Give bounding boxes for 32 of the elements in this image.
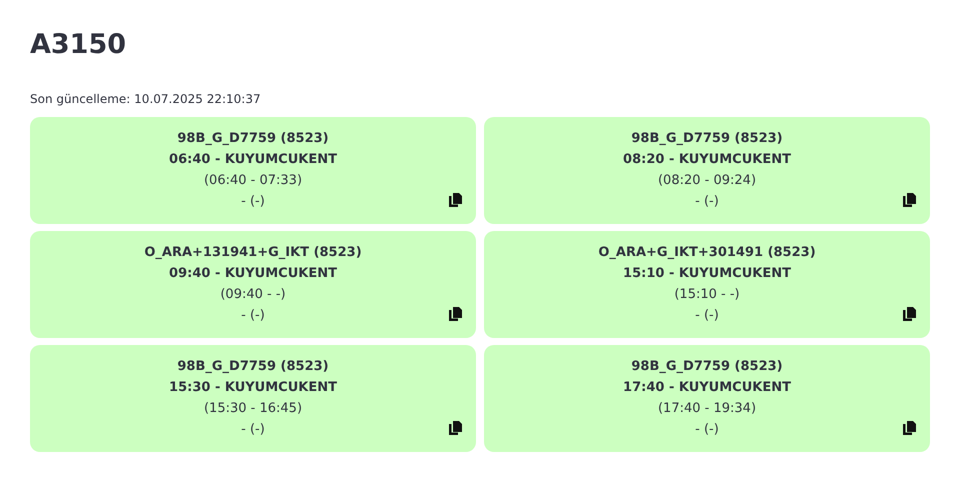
time-span: (09:40 - -)	[220, 286, 286, 304]
copy-icon[interactable]	[903, 421, 916, 435]
trip-code: O_ARA+G_IKT+301491 (8523)	[598, 244, 816, 262]
copy-icon[interactable]	[903, 193, 916, 207]
trip-code: 98B_G_D7759 (8523)	[631, 130, 783, 148]
extra-info: - (-)	[695, 421, 719, 439]
trip-code: 98B_G_D7759 (8523)	[177, 358, 329, 376]
copy-icon[interactable]	[449, 307, 462, 321]
departure-text: 15:10 - KUYUMCUKENT	[623, 265, 791, 283]
copy-icon[interactable]	[449, 193, 462, 207]
time-span: (06:40 - 07:33)	[204, 172, 302, 190]
departure-text: 15:30 - KUYUMCUKENT	[169, 379, 337, 397]
copy-icon[interactable]	[903, 307, 916, 321]
time-span: (17:40 - 19:34)	[658, 400, 756, 418]
copy-icon[interactable]	[449, 421, 462, 435]
time-span: (15:10 - -)	[674, 286, 740, 304]
trip-code: 98B_G_D7759 (8523)	[177, 130, 329, 148]
departure-text: 17:40 - KUYUMCUKENT	[623, 379, 791, 397]
departure-text: 09:40 - KUYUMCUKENT	[169, 265, 337, 283]
page-title: A3150	[30, 28, 128, 62]
departure-text: 06:40 - KUYUMCUKENT	[169, 151, 337, 169]
extra-info: - (-)	[695, 193, 719, 211]
extra-info: - (-)	[241, 307, 265, 325]
extra-info: - (-)	[695, 307, 719, 325]
last-update-text: Son güncelleme: 10.07.2025 22:10:37	[30, 92, 262, 106]
time-span: (15:30 - 16:45)	[204, 400, 302, 418]
time-span: (08:20 - 09:24)	[658, 172, 756, 190]
extra-info: - (-)	[241, 193, 265, 211]
departure-text: 08:20 - KUYUMCUKENT	[623, 151, 791, 169]
trip-code: O_ARA+131941+G_IKT (8523)	[144, 244, 362, 262]
trip-code: 98B_G_D7759 (8523)	[631, 358, 783, 376]
extra-info: - (-)	[241, 421, 265, 439]
